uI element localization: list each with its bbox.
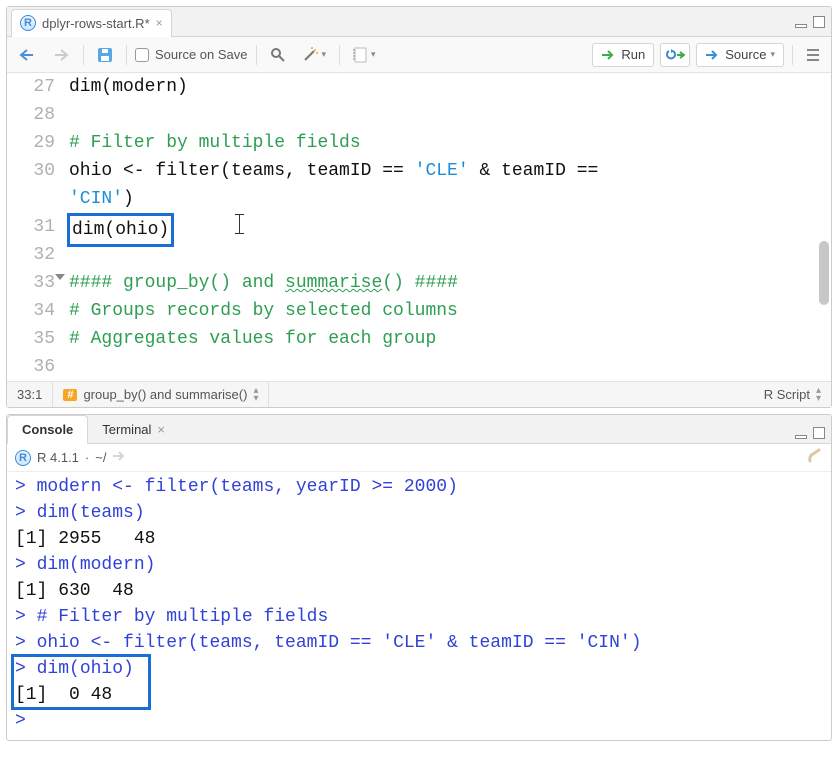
pane-maximize-icon[interactable] bbox=[813, 16, 825, 28]
updown-icon: ▴▾ bbox=[253, 387, 258, 403]
save-button[interactable] bbox=[92, 43, 118, 67]
rerun-button[interactable] bbox=[660, 43, 690, 67]
language-selector[interactable]: R Script ▴▾ bbox=[754, 382, 831, 407]
cursor-position: 33:1 bbox=[7, 382, 53, 407]
console-tabbar: Console Terminal × bbox=[7, 415, 831, 444]
r-version: R 4.1.1 bbox=[37, 450, 79, 465]
wd-go-icon[interactable] bbox=[112, 450, 126, 465]
find-button[interactable] bbox=[265, 43, 291, 67]
code-editor[interactable]: 27282930313233343536 dim(modern)# Filter… bbox=[7, 73, 831, 381]
source-on-save-checkbox[interactable] bbox=[135, 48, 149, 62]
console-info-bar: R R 4.1.1 · ~/ bbox=[7, 444, 831, 472]
working-directory[interactable]: ~/ bbox=[95, 450, 106, 465]
section-selector[interactable]: # group_by() and summarise() ▴▾ bbox=[53, 382, 269, 407]
source-pane: R dplyr-rows-start.R* × Source on Save ▾ bbox=[6, 6, 832, 408]
back-button[interactable] bbox=[13, 43, 41, 67]
editor-tab[interactable]: R dplyr-rows-start.R* × bbox=[11, 9, 172, 37]
section-name: group_by() and summarise() bbox=[83, 387, 247, 402]
tab-terminal[interactable]: Terminal × bbox=[88, 415, 179, 443]
console-separator: · bbox=[85, 450, 89, 465]
r-file-icon: R bbox=[20, 15, 36, 31]
editor-statusbar: 33:1 # group_by() and summarise() ▴▾ R S… bbox=[7, 381, 831, 407]
editor-toolbar: Source on Save ▾ ▾ Run Source ▾ bbox=[7, 37, 831, 73]
section-badge-icon: # bbox=[63, 389, 77, 401]
close-icon[interactable]: × bbox=[157, 422, 165, 437]
editor-tabbar: R dplyr-rows-start.R* × bbox=[7, 7, 831, 37]
source-on-save-label: Source on Save bbox=[155, 47, 248, 62]
outline-button[interactable] bbox=[801, 43, 825, 67]
forward-button[interactable] bbox=[47, 43, 75, 67]
tab-console[interactable]: Console bbox=[7, 415, 88, 444]
source-button[interactable]: Source ▾ bbox=[696, 43, 784, 67]
editor-tab-filename: dplyr-rows-start.R* bbox=[42, 16, 150, 31]
pane-maximize-icon[interactable] bbox=[813, 419, 825, 439]
run-label: Run bbox=[621, 47, 645, 62]
clear-console-button[interactable] bbox=[807, 448, 823, 467]
updown-icon: ▴▾ bbox=[816, 387, 821, 403]
pane-minimize-icon[interactable] bbox=[795, 16, 807, 28]
close-icon[interactable]: × bbox=[156, 16, 163, 30]
editor-scrollbar[interactable] bbox=[819, 241, 829, 305]
wand-button[interactable]: ▾ bbox=[297, 43, 332, 67]
console-output[interactable]: > modern <- filter(teams, yearID >= 2000… bbox=[7, 472, 831, 740]
notebook-button[interactable]: ▾ bbox=[348, 43, 381, 67]
r-logo-icon: R bbox=[15, 450, 31, 466]
source-label: Source bbox=[725, 47, 766, 62]
highlighted-console-output bbox=[11, 654, 151, 710]
console-pane: Console Terminal × R R 4.1.1 · ~/ > mode… bbox=[6, 414, 832, 741]
text-cursor bbox=[239, 214, 240, 234]
run-button[interactable]: Run bbox=[592, 43, 654, 67]
fold-arrow-icon[interactable] bbox=[55, 274, 65, 280]
pane-minimize-icon[interactable] bbox=[795, 419, 807, 439]
